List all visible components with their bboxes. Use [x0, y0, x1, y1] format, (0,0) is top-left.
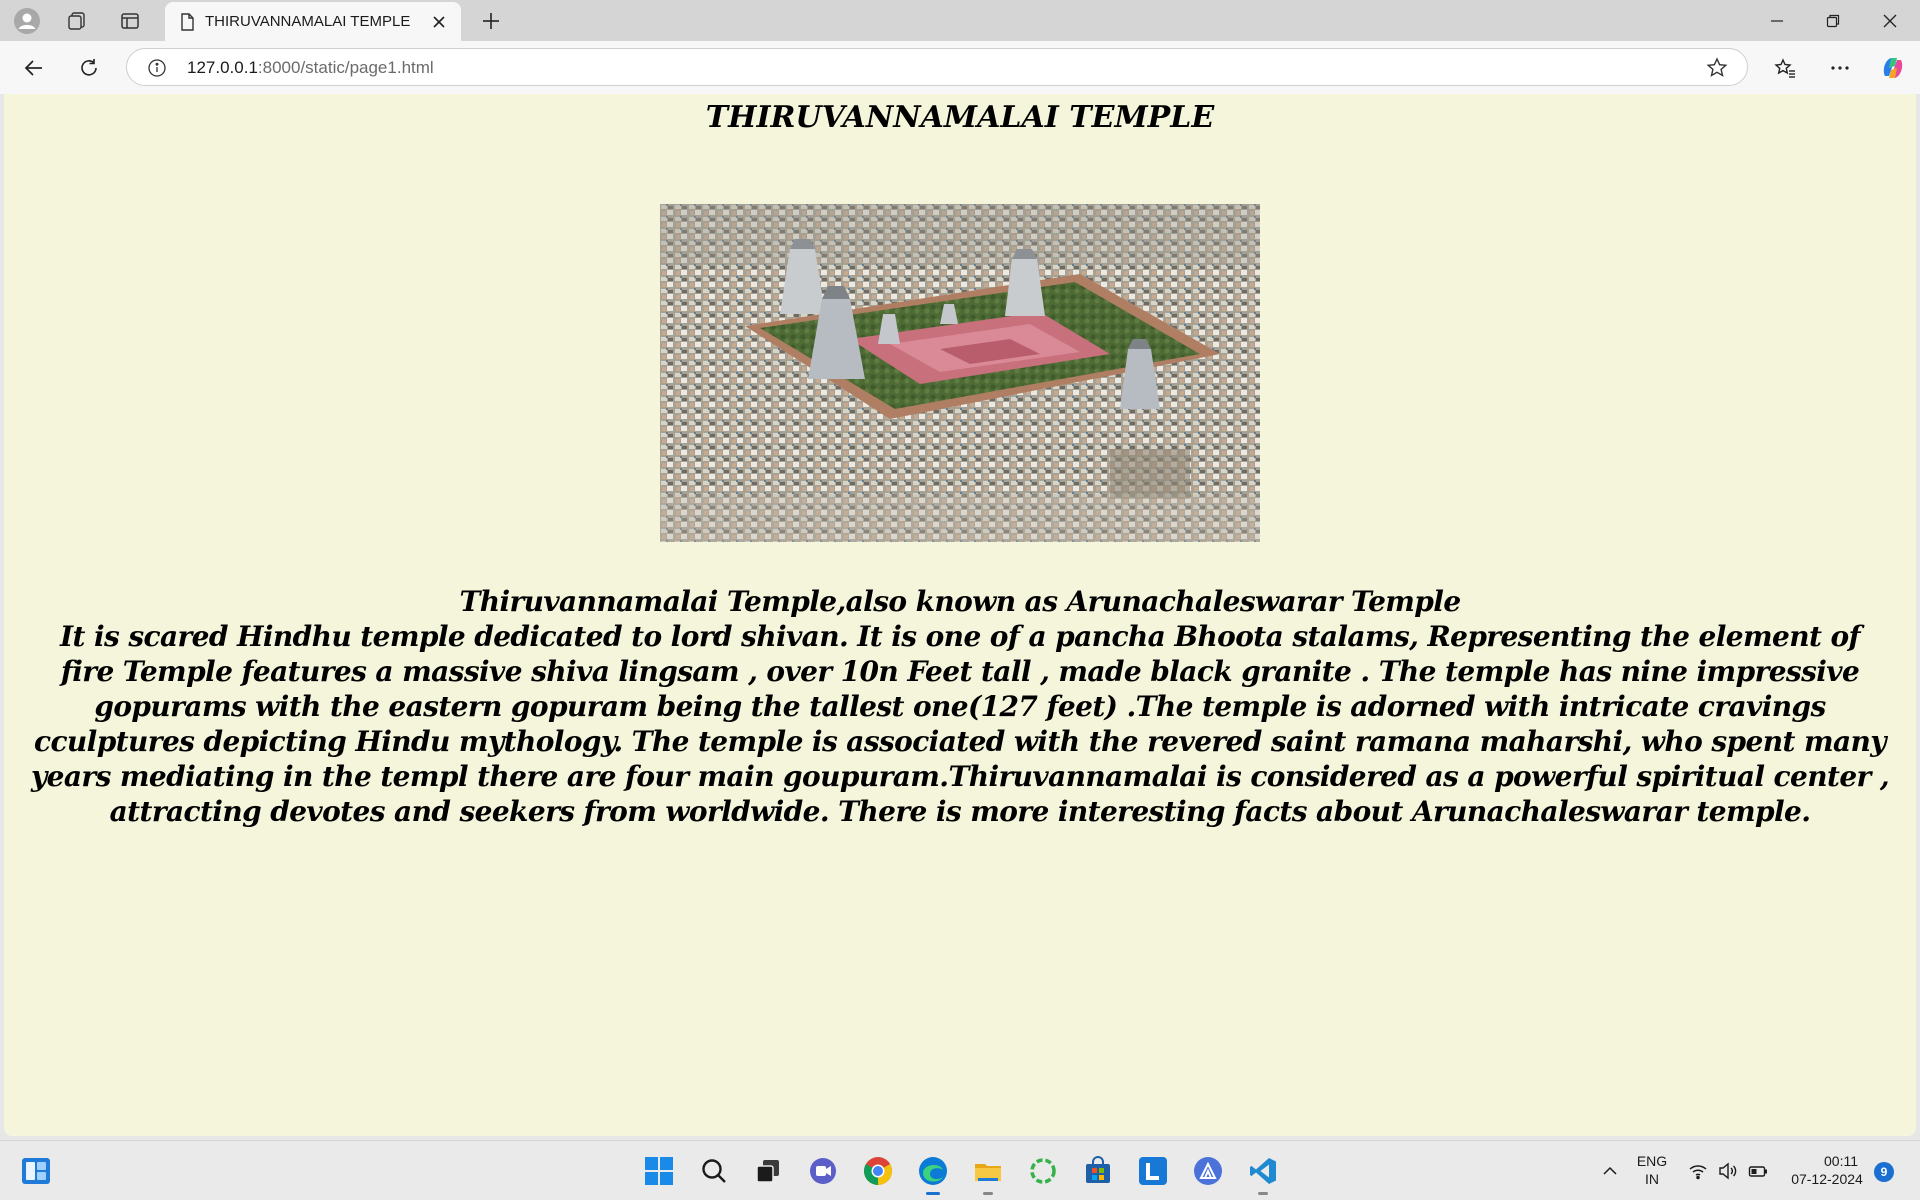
- close-tab-icon[interactable]: [427, 10, 451, 34]
- active-tab[interactable]: THIRUVANNAMALAI TEMPLE: [165, 2, 461, 41]
- minimize-icon[interactable]: [1749, 0, 1805, 41]
- search-icon[interactable]: [696, 1153, 732, 1189]
- taskbar: ENG IN 00:11 07-12-2024 9: [0, 1140, 1920, 1200]
- page-viewport: THIRUVANNAMALAI TEMPLE Thiruvannamalai T…: [4, 94, 1916, 1136]
- task-view-icon[interactable]: [750, 1153, 786, 1189]
- teams-icon[interactable]: [805, 1153, 841, 1189]
- temple-intro: Thiruvannamalai Temple,also known as Aru…: [459, 585, 1461, 618]
- file-explorer-icon[interactable]: [970, 1153, 1006, 1195]
- copilot-icon[interactable]: [1876, 51, 1910, 85]
- page-icon: [177, 12, 197, 32]
- page-heading: THIRUVANNAMALAI TEMPLE: [705, 100, 1215, 135]
- more-options-icon[interactable]: [1823, 51, 1857, 85]
- vscode-icon[interactable]: [1245, 1153, 1281, 1195]
- show-hidden-icons-icon[interactable]: [1592, 1153, 1628, 1189]
- close-window-icon[interactable]: [1862, 0, 1918, 41]
- url-path: :8000/static/page1.html: [257, 58, 434, 77]
- app-ring-icon[interactable]: [1025, 1153, 1061, 1189]
- restore-icon[interactable]: [1805, 0, 1861, 41]
- language-code: ENG: [1636, 1153, 1668, 1169]
- temple-image: [660, 204, 1260, 542]
- tab-title: THIRUVANNAMALAI TEMPLE: [205, 13, 411, 30]
- back-icon[interactable]: [17, 51, 51, 85]
- notification-badge[interactable]: 9: [1874, 1162, 1894, 1182]
- edge-icon[interactable]: [915, 1153, 951, 1195]
- title-bar: THIRUVANNAMALAI TEMPLE: [0, 0, 1920, 41]
- chrome-icon[interactable]: [860, 1153, 896, 1189]
- region-code: IN: [1645, 1171, 1659, 1187]
- new-tab-icon[interactable]: [476, 6, 506, 36]
- clock-time: 00:11: [1824, 1153, 1858, 1169]
- windows-start-icon[interactable]: [641, 1153, 677, 1189]
- vertical-tabs-icon[interactable]: [115, 6, 145, 36]
- language-indicator[interactable]: ENG IN: [1632, 1152, 1672, 1188]
- app-triangle-icon[interactable]: [1190, 1153, 1226, 1189]
- profile-icon[interactable]: [12, 6, 42, 36]
- url-host: 127.0.0.1: [187, 58, 258, 77]
- refresh-icon[interactable]: [72, 51, 106, 85]
- temple-body: It is scared Hindhu temple dedicated to …: [31, 620, 1890, 828]
- favorites-icon[interactable]: [1768, 51, 1802, 85]
- collections-icon[interactable]: [62, 6, 92, 36]
- url-text[interactable]: 127.0.0.1:8000/static/page1.html: [187, 58, 434, 78]
- favorite-star-icon[interactable]: [1705, 56, 1729, 80]
- battery-icon[interactable]: [1740, 1153, 1776, 1189]
- clock[interactable]: 00:11 07-12-2024: [1782, 1152, 1872, 1188]
- browser-toolbar: 127.0.0.1:8000/static/page1.html: [0, 41, 1920, 94]
- store-icon[interactable]: [1080, 1153, 1116, 1189]
- l-app-icon[interactable]: [1135, 1153, 1171, 1189]
- temple-description: Thiruvannamalai Temple,also known as Aru…: [30, 584, 1890, 829]
- site-info-icon[interactable]: [147, 58, 167, 78]
- address-bar[interactable]: 127.0.0.1:8000/static/page1.html: [126, 48, 1748, 86]
- clock-date: 07-12-2024: [1791, 1171, 1863, 1187]
- widgets-icon[interactable]: [18, 1153, 54, 1189]
